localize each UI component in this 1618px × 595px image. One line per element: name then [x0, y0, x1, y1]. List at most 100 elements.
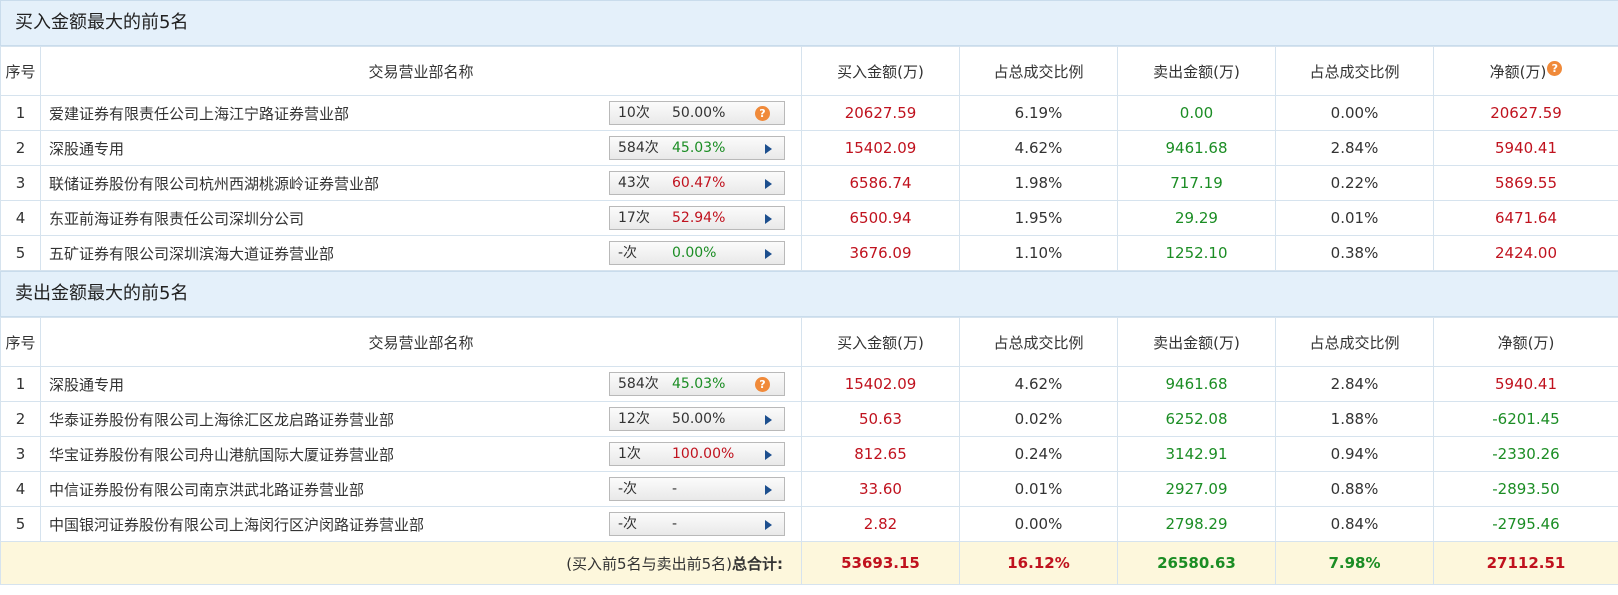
buy-ratio: 0.00% [959, 506, 1118, 542]
arrow-right-icon[interactable] [765, 179, 772, 189]
broker-name[interactable]: 爱建证券有限责任公司上海江宁路证券营业部 [49, 105, 349, 123]
buy-amount: 15402.09 [801, 366, 960, 402]
sell-amount: 1252.10 [1117, 235, 1276, 271]
success-rate: 45.03% [672, 140, 726, 156]
net-amount: -2330.26 [1433, 436, 1618, 472]
broker-name[interactable]: 联储证券股份有限公司杭州西湖桃源岭证券营业部 [49, 175, 379, 193]
total-label-prefix: (买入前5名与卖出前5名) [566, 554, 732, 573]
sell-amount: 9461.68 [1117, 366, 1276, 402]
arrow-right-icon[interactable] [765, 144, 772, 154]
arrow-right-icon[interactable] [765, 415, 772, 425]
buy-amount: 812.65 [801, 436, 960, 472]
trade-count: -次 [618, 516, 638, 532]
trade-count: 1次 [618, 446, 641, 462]
broker-name[interactable]: 中信证券股份有限公司南京洪武北路证券营业部 [49, 481, 364, 499]
buy-ratio: 0.24% [959, 436, 1118, 472]
success-rate: 45.03% [672, 376, 726, 392]
trade-count-badge[interactable]: 1次 100.00% [609, 442, 785, 466]
broker-name-cell: 五矿证券有限公司深圳滨海大道证券营业部 -次 0.00% [40, 235, 802, 271]
trade-count-badge[interactable]: 584次 45.03%? [609, 372, 785, 396]
trade-count-badge[interactable]: -次 0.00% [609, 241, 785, 265]
arrow-right-icon[interactable] [765, 520, 772, 530]
arrow-right-icon[interactable] [765, 485, 772, 495]
row-index: 5 [0, 506, 41, 542]
buy-table-body: 1 爱建证券有限责任公司上海江宁路证券营业部 10次 50.00%? 20627.59 6… [0, 95, 1618, 271]
total-sell-ratio: 7.98% [1275, 541, 1434, 585]
broker-name[interactable]: 五矿证券有限公司深圳滨海大道证券营业部 [49, 245, 334, 263]
success-rate: 100.00% [672, 446, 735, 462]
net-amount: -2893.50 [1433, 471, 1618, 507]
question-icon[interactable]: ? [755, 106, 770, 121]
trade-count-badge[interactable]: -次 - [609, 477, 785, 501]
table-row: 2 华泰证券股份有限公司上海徐汇区龙启路证券营业部 12次 50.00% 50.63 0.… [0, 401, 1618, 437]
success-rate: 0.00% [672, 245, 717, 261]
broker-name[interactable]: 东亚前海证券有限责任公司深圳分公司 [49, 210, 304, 228]
buy-table: 序号 交易营业部名称 买入金额(万) 占总成交比例 卖出金额(万) 占总成交比例… [0, 46, 1618, 271]
trade-count: -次 [618, 481, 638, 497]
table-row: 5 中国银河证券股份有限公司上海闵行区沪闵路证券营业部 -次 - 2.82 0.00% 27… [0, 506, 1618, 542]
trade-count: 12次 [618, 411, 650, 427]
col-header-sell: 卖出金额(万) [1117, 317, 1276, 367]
sell-ratio: 0.84% [1275, 506, 1434, 542]
broker-name[interactable]: 华宝证券股份有限公司舟山港航国际大厦证券营业部 [49, 446, 394, 464]
trade-count-badge[interactable]: 17次 52.94% [609, 206, 785, 230]
total-sell: 26580.63 [1117, 541, 1276, 585]
total-label: (买入前5名与卖出前5名)总合计: [0, 541, 802, 585]
broker-name-cell: 华宝证券股份有限公司舟山港航国际大厦证券营业部 1次 100.00% [40, 436, 802, 472]
col-header-net: 净额(万)? [1433, 46, 1618, 96]
table-row: 3 华宝证券股份有限公司舟山港航国际大厦证券营业部 1次 100.00% 812.65 0… [0, 436, 1618, 472]
net-amount: -6201.45 [1433, 401, 1618, 437]
broker-name[interactable]: 深股通专用 [49, 140, 124, 158]
question-icon[interactable]: ? [755, 377, 770, 392]
broker-name[interactable]: 深股通专用 [49, 376, 124, 394]
success-rate: 50.00% [672, 105, 726, 121]
trade-count-badge[interactable]: 10次 50.00%? [609, 101, 785, 125]
arrow-right-icon[interactable] [765, 214, 772, 224]
col-header-sell-ratio: 占总成交比例 [1275, 46, 1434, 96]
col-header-sell: 卖出金额(万) [1117, 46, 1276, 96]
success-rate: - [672, 516, 678, 532]
sell-table-body: 1 深股通专用 584次 45.03%? 15402.09 4.62% 9461.68 2.8… [0, 366, 1618, 542]
broker-name-cell: 中信证券股份有限公司南京洪武北路证券营业部 -次 - [40, 471, 802, 507]
broker-name[interactable]: 中国银河证券股份有限公司上海闵行区沪闵路证券营业部 [49, 516, 424, 534]
sell-table: 序号 交易营业部名称 买入金额(万) 占总成交比例 卖出金额(万) 占总成交比例… [0, 317, 1618, 585]
broker-name-cell: 爱建证券有限责任公司上海江宁路证券营业部 10次 50.00%? [40, 95, 802, 131]
buy-amount: 3676.09 [801, 235, 960, 271]
sell-amount: 6252.08 [1117, 401, 1276, 437]
buy-amount: 33.60 [801, 471, 960, 507]
arrow-right-icon[interactable] [765, 450, 772, 460]
net-amount: 5940.41 [1433, 366, 1618, 402]
row-index: 1 [0, 95, 41, 131]
buy-amount: 2.82 [801, 506, 960, 542]
col-header-index: 序号 [0, 317, 41, 367]
trade-count-badge[interactable]: -次 - [609, 512, 785, 536]
table-row: 4 中信证券股份有限公司南京洪武北路证券营业部 -次 - 33.60 0.01% 2927.… [0, 471, 1618, 507]
buy-ratio: 0.02% [959, 401, 1118, 437]
question-icon[interactable]: ? [1547, 60, 1563, 76]
sell-ratio: 0.00% [1275, 95, 1434, 131]
sell-ratio: 0.94% [1275, 436, 1434, 472]
table-row: 3 联储证券股份有限公司杭州西湖桃源岭证券营业部 43次 60.47% 6586.74 1… [0, 165, 1618, 201]
broker-name-cell: 深股通专用 584次 45.03% [40, 130, 802, 166]
sell-ratio: 0.88% [1275, 471, 1434, 507]
buy-amount: 50.63 [801, 401, 960, 437]
broker-name[interactable]: 华泰证券股份有限公司上海徐汇区龙启路证券营业部 [49, 411, 394, 429]
trade-count-badge[interactable]: 43次 60.47% [609, 171, 785, 195]
trade-count-badge[interactable]: 12次 50.00% [609, 407, 785, 431]
longhubang-panel: 买入金额最大的前5名 序号 交易营业部名称 买入金额(万) 占总成交比例 卖出金… [0, 0, 1618, 585]
buy-ratio: 6.19% [959, 95, 1118, 131]
arrow-right-icon[interactable] [765, 249, 772, 259]
sell-amount: 0.00 [1117, 95, 1276, 131]
buy-ratio: 0.01% [959, 471, 1118, 507]
trade-count-badge[interactable]: 584次 45.03% [609, 136, 785, 160]
sell-ratio: 1.88% [1275, 401, 1434, 437]
col-header-index: 序号 [0, 46, 41, 96]
net-amount: 5940.41 [1433, 130, 1618, 166]
col-header-buy: 买入金额(万) [801, 317, 960, 367]
col-header-name: 交易营业部名称 [40, 46, 802, 96]
sell-section-title: 卖出金额最大的前5名 [0, 271, 1618, 317]
sell-table-header: 序号 交易营业部名称 买入金额(万) 占总成交比例 卖出金额(万) 占总成交比例… [0, 317, 1618, 367]
broker-name-cell: 联储证券股份有限公司杭州西湖桃源岭证券营业部 43次 60.47% [40, 165, 802, 201]
table-row: 4 东亚前海证券有限责任公司深圳分公司 17次 52.94% 6500.94 1.95% 2… [0, 200, 1618, 236]
row-index: 1 [0, 366, 41, 402]
